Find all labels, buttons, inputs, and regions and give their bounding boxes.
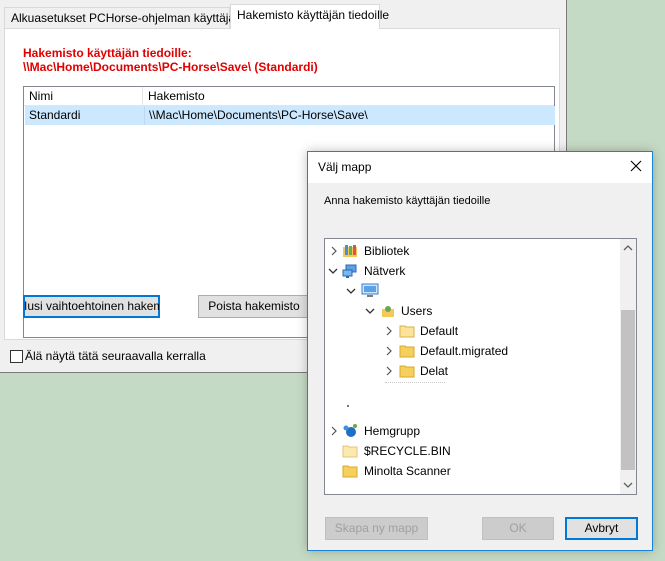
chevron-down-icon[interactable] (328, 266, 338, 276)
scrollbar-thumb[interactable] (621, 310, 635, 470)
tree-node-library[interactable]: Bibliotek (325, 241, 615, 261)
tree-node-recycle-bin[interactable]: $RECYCLE.BIN (325, 441, 615, 461)
folder-picker-dialog: Välj mapp Anna hakemisto käyttäjän tiedo… (307, 151, 653, 551)
tree-node-delat[interactable]: Delat (325, 361, 615, 381)
computer-icon (361, 283, 379, 297)
tree-node-users[interactable]: Users (325, 301, 615, 321)
directory-heading-title: Hakemisto käyttäjän tiedoille: (23, 46, 192, 60)
tree-node-label: Delat (420, 364, 449, 378)
tab-initial-settings[interactable]: Alkuasetukset PCHorse-ohjelman käyttäjäl… (4, 7, 247, 28)
folder-icon (342, 465, 358, 478)
network-icon (342, 264, 357, 278)
chevron-right-icon[interactable] (329, 246, 339, 256)
tree-node-default[interactable]: Default (325, 321, 615, 341)
shared-folder-icon (382, 306, 394, 317)
chevron-down-icon[interactable] (365, 306, 375, 316)
folder-icon (399, 365, 415, 378)
column-header-directory[interactable]: Hakemisto (143, 87, 443, 105)
folder-icon (342, 445, 358, 458)
tree-node-network[interactable]: Nätverk (325, 261, 615, 281)
directory-heading: Hakemisto käyttäjän tiedoille: \\Mac\Hom… (23, 46, 318, 74)
tree-node-label: Hemgrupp (364, 424, 421, 438)
dont-show-checkbox[interactable] (10, 350, 23, 363)
tree-node-homegroup[interactable]: Hemgrupp (325, 421, 615, 441)
tree-node-label: Minolta Scanner (364, 464, 451, 478)
tree-node-computer[interactable] (325, 281, 615, 301)
tree-node-minolta-scanner[interactable]: Minolta Scanner (325, 461, 615, 481)
dont-show-label: Älä näytä tätä seuraavalla kerralla (25, 349, 206, 363)
library-icon (343, 245, 357, 257)
tree-node-placeholder (385, 379, 465, 385)
tree-node-label: $RECYCLE.BIN (364, 444, 451, 458)
chevron-right-icon[interactable] (384, 366, 394, 376)
chevron-right-icon[interactable] (329, 426, 339, 436)
ok-button[interactable]: OK (482, 517, 554, 540)
scroll-up-icon[interactable] (623, 243, 633, 253)
new-folder-button[interactable]: Skapa ny mapp (325, 517, 428, 540)
folder-icon (399, 345, 415, 358)
directory-heading-path: \\Mac\Home\Documents\PC-Horse\Save\ (Sta… (23, 60, 318, 74)
dialog-prompt: Anna hakemisto käyttäjän tiedoille (324, 195, 491, 207)
tree-node-label: Bibliotek (364, 244, 410, 258)
homegroup-icon (343, 424, 357, 437)
new-directory-button[interactable]: Iusi vaihtoehtoinen hakemist (23, 295, 160, 318)
column-header-name[interactable]: Nimi (24, 87, 143, 105)
table-row[interactable]: Standardi \\Mac\Home\Documents\PC-Horse\… (25, 106, 555, 125)
title-bar[interactable]: Välj mapp (308, 152, 652, 183)
tree-node-label: Nätverk (364, 264, 406, 278)
tree-scrollbar[interactable] (620, 239, 636, 494)
close-icon[interactable] (628, 158, 644, 174)
row-name: Standardi (29, 108, 81, 122)
chevron-right-icon[interactable] (384, 346, 394, 356)
tree-node-label: Default.migrated (420, 344, 509, 358)
chevron-down-icon[interactable] (346, 286, 356, 296)
chevron-right-icon[interactable] (384, 326, 394, 336)
tree-node-placeholder-mark (347, 399, 357, 419)
row-path: \\Mac\Home\Documents\PC-Horse\Save\ (144, 106, 449, 125)
tree-node-label: Default (420, 324, 459, 338)
cancel-button[interactable]: Avbryt (565, 517, 638, 540)
list-header: Nimi Hakemisto (24, 87, 554, 106)
delete-directory-button[interactable]: Poista hakemisto (198, 295, 310, 318)
tree-node-default-migrated[interactable]: Default.migrated (325, 341, 615, 361)
scroll-down-icon[interactable] (623, 480, 633, 490)
tab-user-data-directory[interactable]: Hakemisto käyttäjän tiedoille (230, 4, 389, 29)
tree-node-label: Users (401, 304, 433, 318)
dialog-title: Välj mapp (318, 160, 372, 174)
folder-tree[interactable]: Bibliotek Nätverk Users Default Default.… (324, 238, 637, 495)
folder-icon (399, 325, 415, 338)
